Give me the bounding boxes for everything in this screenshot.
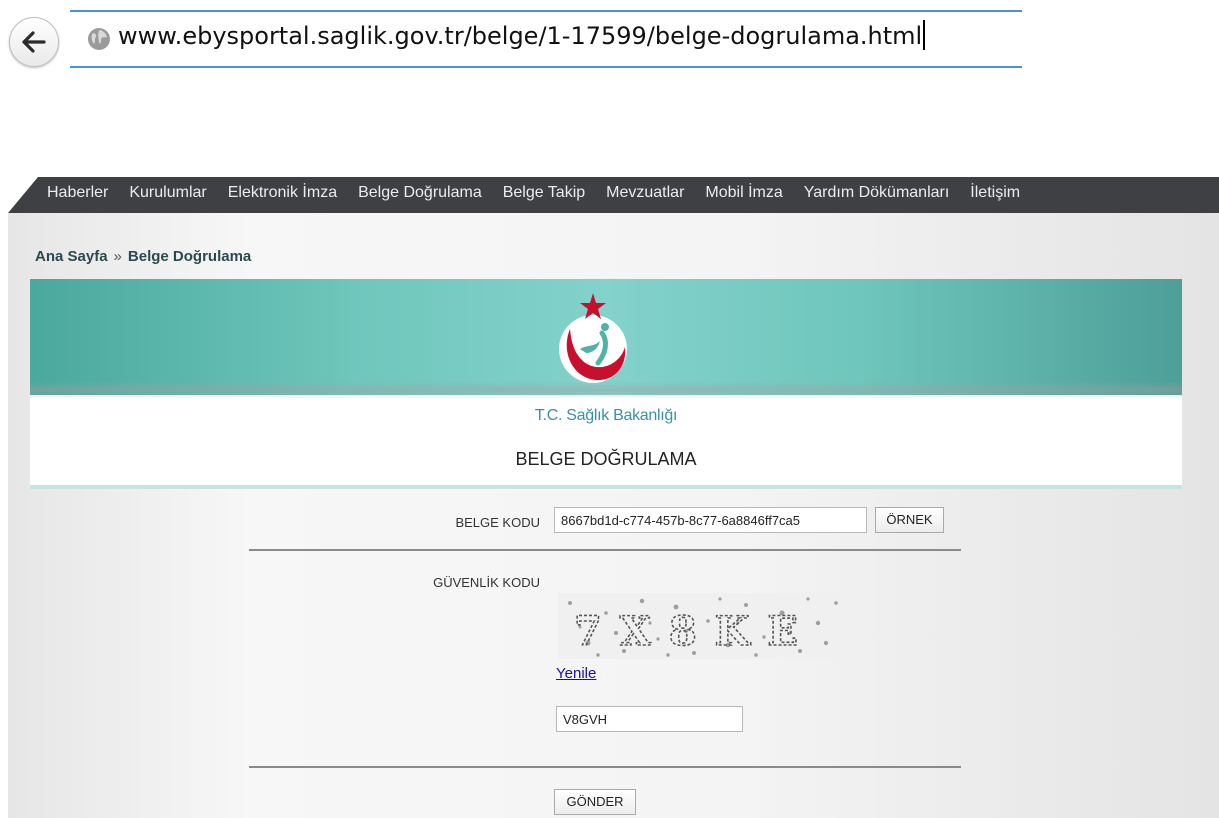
ministry-name: T.C. Sağlık Bakanlığı [534, 407, 678, 424]
nav-item-belge-dogrulama[interactable]: Belge Doğrulama [358, 184, 482, 202]
nav-item-elektronik-imza[interactable]: Elektronik İmza [228, 184, 337, 202]
page-title: BELGE DOĞRULAMA [515, 449, 697, 469]
nav-item-belge-takip[interactable]: Belge Takip [503, 184, 585, 202]
captcha-text: 7X8KE [574, 608, 816, 655]
form-divider-bottom [249, 766, 961, 768]
form-divider [249, 549, 961, 551]
back-button[interactable] [9, 17, 59, 67]
security-code-input[interactable]: V8GVH [556, 706, 743, 732]
submit-button[interactable]: GÖNDER [554, 789, 636, 815]
header-banner: T.C. Sağlık Bakanlığı BELGE DOĞRULAMA [30, 279, 1182, 489]
back-arrow-icon [22, 31, 46, 53]
security-code-label: GÜVENLİK KODU [433, 575, 540, 590]
refresh-captcha-link[interactable]: Yenile [556, 665, 596, 682]
nav-item-kurulumlar[interactable]: Kurulumlar [129, 184, 206, 202]
address-bar-border-top [70, 10, 1022, 12]
example-button[interactable]: ÖRNEK [875, 507, 944, 533]
browser-address-bar: www.ebysportal.saglik.gov.tr/belge/1-175… [0, 0, 1022, 80]
page-content: Haberler Kurulumlar Elektronik İmza Belg… [8, 177, 1219, 818]
document-code-label: BELGE KODU [455, 515, 540, 530]
url-field[interactable]: www.ebysportal.saglik.gov.tr/belge/1-175… [118, 20, 925, 50]
breadcrumb-current: Belge Doğrulama [127, 248, 252, 265]
address-bar-border-bottom [70, 66, 1022, 68]
main-navigation: Haberler Kurulumlar Elektronik İmza Belg… [8, 177, 1219, 213]
breadcrumb: Ana Sayfa » Belge Doğrulama [35, 248, 251, 265]
nav-item-haberler[interactable]: Haberler [47, 184, 108, 202]
nav-item-yardim-dokumanlari[interactable]: Yardım Dökümanları [804, 184, 950, 202]
document-code-input[interactable]: 8667bd1d-c774-457b-8c77-6a8846ff7ca5 [554, 507, 867, 533]
nav-item-mevzuatlar[interactable]: Mevzuatlar [606, 184, 684, 202]
breadcrumb-separator: » [113, 248, 122, 265]
nav-item-mobil-imza[interactable]: Mobil İmza [705, 184, 782, 202]
captcha-image: 7X8KE [558, 593, 846, 659]
globe-icon [88, 28, 110, 50]
breadcrumb-home-link[interactable]: Ana Sayfa [35, 248, 108, 265]
ministry-of-health-logo [559, 293, 627, 383]
nav-item-iletisim[interactable]: İletişim [970, 184, 1020, 202]
